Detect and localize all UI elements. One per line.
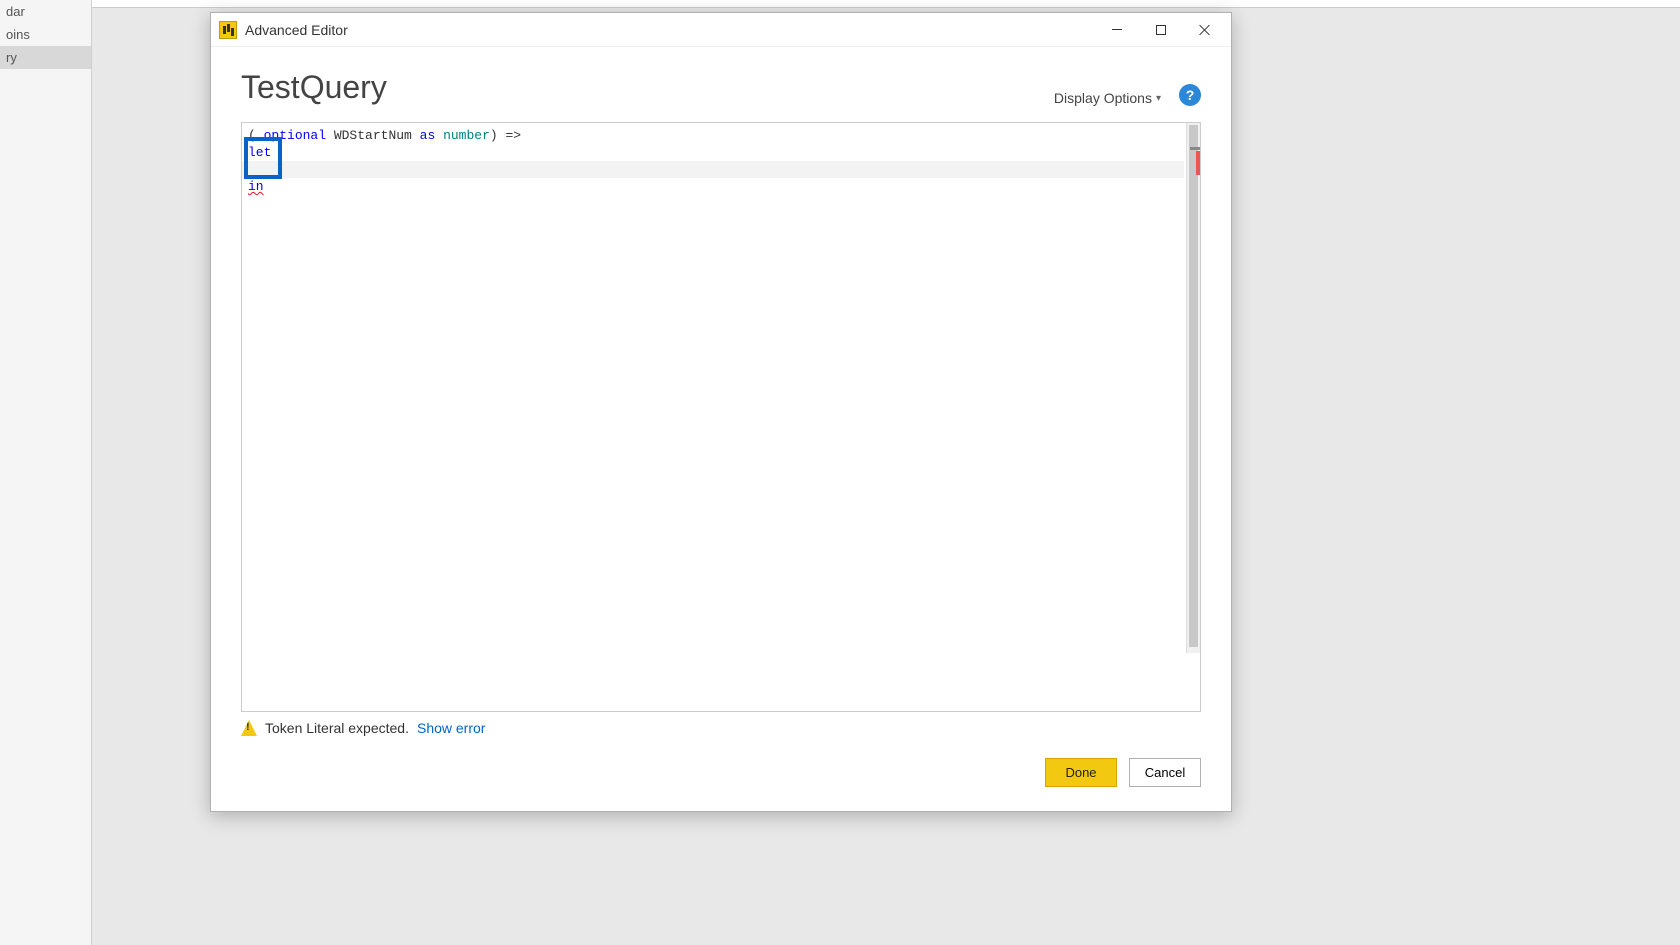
dialog-buttons: Done Cancel: [211, 740, 1231, 811]
error-bar: Token Literal expected. Show error: [211, 712, 1231, 740]
window-title: Advanced Editor: [245, 22, 1095, 38]
query-name: TestQuery: [241, 69, 1054, 106]
close-icon: [1199, 24, 1211, 36]
window-controls: [1095, 15, 1227, 45]
code-content[interactable]: ( optional WDStartNum as number) => let …: [242, 123, 1200, 199]
display-options-label: Display Options: [1054, 90, 1152, 106]
background-top-strip: [0, 0, 1680, 8]
done-button[interactable]: Done: [1045, 758, 1117, 787]
code-editor[interactable]: ( optional WDStartNum as number) => let …: [241, 122, 1201, 712]
warning-icon: [241, 720, 257, 736]
advanced-editor-dialog: Advanced Editor TestQuery Display Option…: [210, 12, 1232, 812]
minimize-button[interactable]: [1095, 15, 1139, 45]
show-error-link[interactable]: Show error: [417, 720, 485, 736]
background-queries-panel: dar oins ry: [0, 0, 92, 945]
close-button[interactable]: [1183, 15, 1227, 45]
dialog-header: TestQuery Display Options ▾ ?: [211, 47, 1231, 114]
minimize-icon: [1112, 29, 1122, 30]
sidebar-item[interactable]: ry: [0, 46, 91, 69]
sidebar-item[interactable]: oins: [0, 23, 91, 46]
app-icon: [219, 21, 237, 39]
help-button[interactable]: ?: [1179, 84, 1201, 106]
error-message: Token Literal expected.: [265, 720, 409, 736]
cancel-button[interactable]: Cancel: [1129, 758, 1201, 787]
titlebar: Advanced Editor: [211, 13, 1231, 47]
chevron-down-icon: ▾: [1156, 93, 1161, 104]
maximize-icon: [1156, 25, 1166, 35]
maximize-button[interactable]: [1139, 15, 1183, 45]
sidebar-item[interactable]: dar: [0, 0, 91, 23]
scroll-thumb[interactable]: [1189, 125, 1198, 647]
overview-ruler: [1186, 653, 1200, 711]
vertical-scrollbar[interactable]: [1186, 123, 1200, 653]
display-options-dropdown[interactable]: Display Options ▾: [1054, 90, 1161, 106]
